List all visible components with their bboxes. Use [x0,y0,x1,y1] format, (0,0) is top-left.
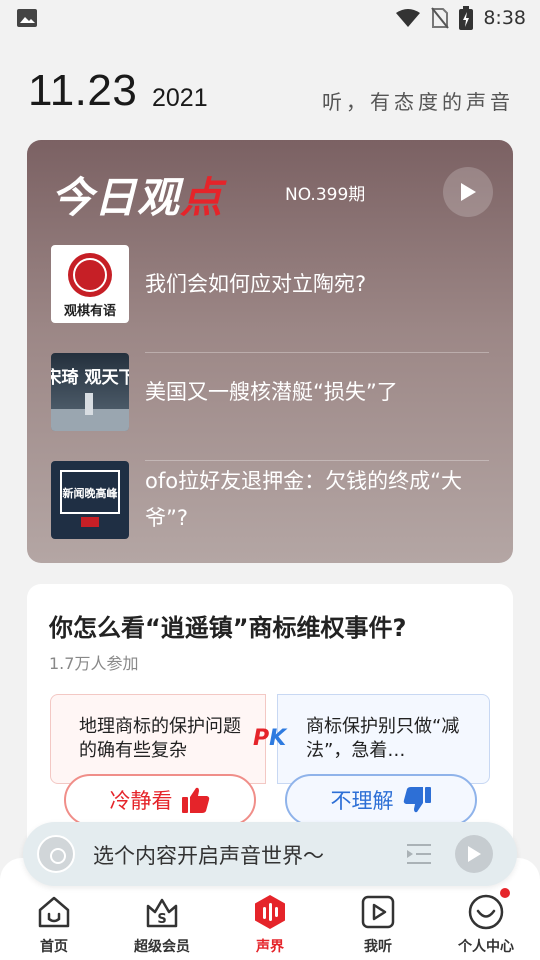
battery-charging-icon [459,6,474,30]
tab-home[interactable]: 首页 [0,890,108,960]
tab-label: 个人中心 [458,939,514,955]
vote-calm-button[interactable]: 冷静看 [64,774,256,826]
program-cover-news: 新闻晚高峰 [51,461,129,539]
tab-sound-world[interactable]: 声界 [216,890,324,960]
tab-profile[interactable]: 个人中心 [432,888,540,960]
item-title: ofo拉好友退押金：欠钱的终成“大爷”? [145,469,462,530]
tab-label: 我听 [364,939,392,955]
list-item[interactable]: 新闻晚高峰 ofo拉好友退押金：欠钱的终成“大爷”? [51,461,489,563]
program-cover-songqi: 宋琦 观天下 [51,353,129,431]
poll-option-left[interactable]: 地理商标的保护问题的确有些复杂 [50,694,266,784]
playlist-icon[interactable] [405,842,433,866]
today-viewpoint-logo: 今日观点 [51,173,224,222]
date-header: 11.23 2021 听，有态度的声音 [28,66,514,122]
program-cover-guanqi: 观棋有语 [51,245,129,323]
list-item[interactable]: 观棋有语 我们会如何应对立陶宛? [51,245,489,353]
player-prompt: 选个内容开启声音世界～ [93,844,324,868]
wifi-icon [396,9,421,27]
thumbs-up-icon [181,787,209,813]
disc-icon [37,835,75,873]
item-title: 我们会如何应对立陶宛? [145,271,367,296]
vote-label: 冷静看 [109,789,173,813]
date-year: 2021 [152,84,208,112]
poll-option-right[interactable]: 商标保护别只做“减法”，急着… [277,694,490,784]
home-icon [38,896,70,928]
date-day: 11.23 [28,66,138,115]
notification-dot [500,888,510,898]
bottom-tab-bar: 首页 S 超级会员 声界 我听 个人中心 [0,888,540,960]
vote-label: 不理解 [330,789,394,813]
play-icon [461,183,476,201]
list-item[interactable]: 宋琦 观天下 美国又一艘核潜艇“损失”了 [51,353,489,461]
status-time: 8:38 [483,7,526,29]
status-bar: 8:38 [0,0,540,36]
slogan: 听，有态度的声音 [322,90,514,114]
svg-text:观棋有语: 观棋有语 [64,303,116,319]
tab-label: 首页 [40,939,68,955]
tab-label: 超级会员 [134,939,190,955]
svg-text:S: S [157,912,166,927]
vip-icon: S [146,898,178,928]
svg-text:新闻晚高峰: 新闻晚高峰 [63,486,119,500]
play-icon [468,846,481,862]
play-all-button[interactable] [443,167,493,217]
tab-vip[interactable]: S 超级会员 [108,890,216,960]
poll-participants: 1.7万人参加 [49,654,139,673]
tab-label: 声界 [256,939,284,955]
my-listen-icon [361,895,395,929]
no-sim-icon [431,7,450,29]
mini-player[interactable]: 选个内容开启声音世界～ [23,822,517,886]
svg-text:宋琦 观天下: 宋琦 观天下 [51,367,129,388]
profile-icon [468,894,504,930]
pk-badge: PK [253,726,287,751]
tab-my-listen[interactable]: 我听 [324,890,432,960]
poll-question[interactable]: 你怎么看“逍遥镇”商标维权事件? [49,608,406,643]
thumbs-down-icon [403,787,431,813]
player-play-button[interactable] [455,835,493,873]
issue-number: NO.399期 [285,185,366,205]
vote-disagree-button[interactable]: 不理解 [285,774,477,826]
today-viewpoint-card[interactable]: 今日观点 NO.399期 观棋有语 我们会如何应对立陶宛? 宋琦 观天下 美国又… [27,140,513,563]
sound-world-icon [255,895,285,929]
item-title: 美国又一艘核潜艇“损失”了 [145,379,398,404]
image-icon [17,9,37,27]
